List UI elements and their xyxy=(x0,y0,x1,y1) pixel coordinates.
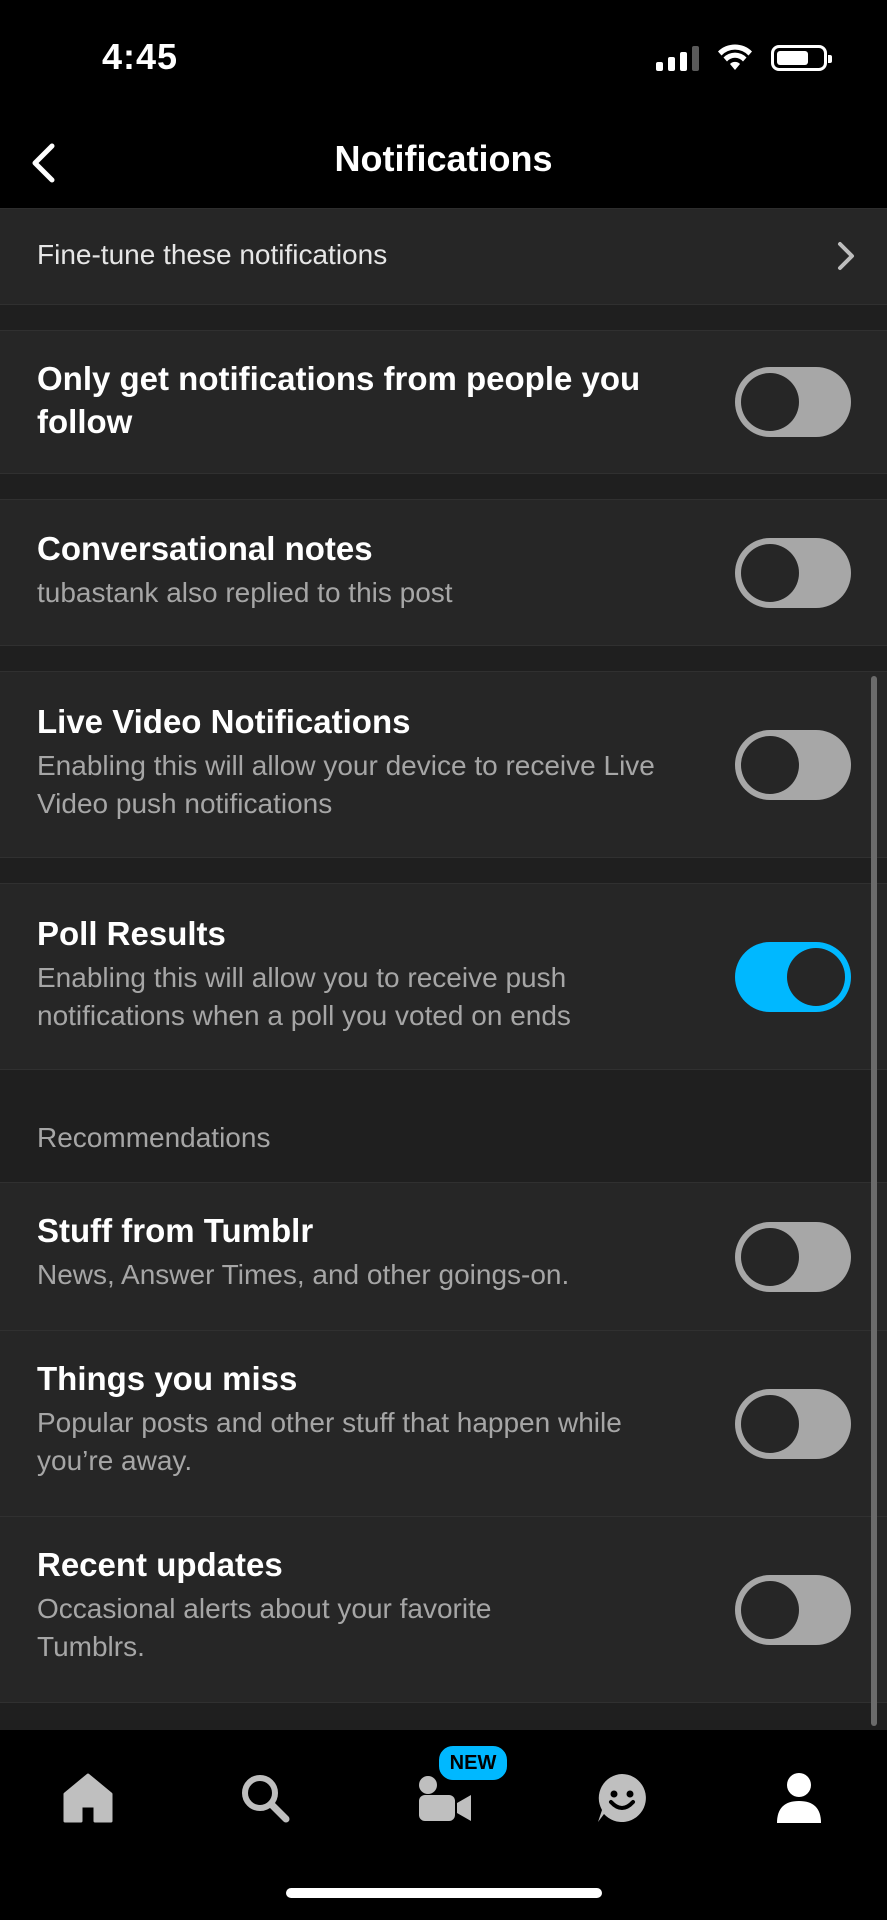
fine-tune-label: Fine-tune these notifications xyxy=(37,239,388,270)
things-you-miss-toggle[interactable] xyxy=(735,1389,851,1459)
status-time: 4:45 xyxy=(102,36,179,77)
stuff-from-tumblr-toggle[interactable] xyxy=(735,1222,851,1292)
setting-row-live-video: Live Video Notifications Enabling this w… xyxy=(0,672,887,858)
setting-title: Poll Results xyxy=(37,915,226,952)
section-gap xyxy=(0,646,887,672)
setting-subtitle: tubastank also replied to this post xyxy=(37,577,453,608)
section-gap xyxy=(0,474,887,500)
setting-row-recent-updates: Recent updates Occasional alerts about y… xyxy=(0,1517,887,1703)
setting-title: Live Video Notifications xyxy=(37,703,411,740)
setting-title: Recent updates xyxy=(37,1546,283,1583)
new-badge: NEW xyxy=(436,1743,510,1783)
activity-icon xyxy=(598,1774,646,1822)
status-icons xyxy=(656,44,832,72)
search-icon xyxy=(242,1775,290,1823)
recommendations-header: Recommendations xyxy=(0,1070,887,1183)
setting-title: Things you miss xyxy=(37,1360,298,1397)
setting-subtitle: News, Answer Times, and other goings-on. xyxy=(37,1259,570,1290)
tab-home[interactable] xyxy=(48,1758,128,1838)
setting-row-conversational-notes: Conversational notes tubastank also repl… xyxy=(0,500,887,646)
setting-subtitle: Popular posts and other stuff that happe… xyxy=(37,1407,622,1476)
setting-title: Stuff from Tumblr xyxy=(37,1212,314,1249)
page-title: Notifications xyxy=(334,138,553,179)
poll-results-toggle[interactable] xyxy=(735,942,851,1012)
tab-account[interactable] xyxy=(759,1758,839,1838)
follow-only-toggle[interactable] xyxy=(735,367,851,437)
tab-search[interactable] xyxy=(225,1758,305,1838)
navigation-bar: Notifications xyxy=(0,118,887,209)
home-indicator xyxy=(286,1888,602,1898)
live-video-toggle[interactable] xyxy=(735,730,851,800)
tab-activity[interactable] xyxy=(582,1758,662,1838)
setting-row-stuff-from-tumblr: Stuff from Tumblr News, Answer Times, an… xyxy=(0,1183,887,1331)
chevron-right-icon xyxy=(838,242,854,270)
account-icon xyxy=(777,1773,821,1823)
section-gap xyxy=(0,858,887,884)
setting-title: Only get notifications from people you f… xyxy=(37,360,641,440)
conversational-notes-toggle[interactable] xyxy=(735,538,851,608)
setting-subtitle: Occasional alerts about your favorite Tu… xyxy=(37,1593,492,1662)
setting-row-poll-results: Poll Results Enabling this will allow yo… xyxy=(0,884,887,1070)
scrollbar[interactable] xyxy=(871,676,877,1726)
setting-subtitle: Enabling this will allow you to receive … xyxy=(37,962,571,1031)
section-gap xyxy=(0,305,887,331)
battery-icon xyxy=(771,45,832,71)
setting-subtitle: Enabling this will allow your device to … xyxy=(37,750,655,819)
tab-bar: NEW xyxy=(0,1730,887,1920)
fine-tune-row[interactable]: Fine-tune these notifications xyxy=(0,209,887,305)
settings-list: Fine-tune these notifications Only get n… xyxy=(0,209,887,1703)
setting-row-things-you-miss: Things you miss Popular posts and other … xyxy=(0,1331,887,1517)
status-bar: 4:45 xyxy=(0,0,887,118)
recent-updates-toggle[interactable] xyxy=(735,1575,851,1645)
setting-title: Conversational notes xyxy=(37,530,373,567)
setting-row-follow-only: Only get notifications from people you f… xyxy=(0,331,887,474)
wifi-icon xyxy=(718,44,752,70)
cellular-signal-icon xyxy=(656,45,699,71)
section-header-label: Recommendations xyxy=(37,1122,271,1153)
home-icon xyxy=(63,1773,113,1823)
